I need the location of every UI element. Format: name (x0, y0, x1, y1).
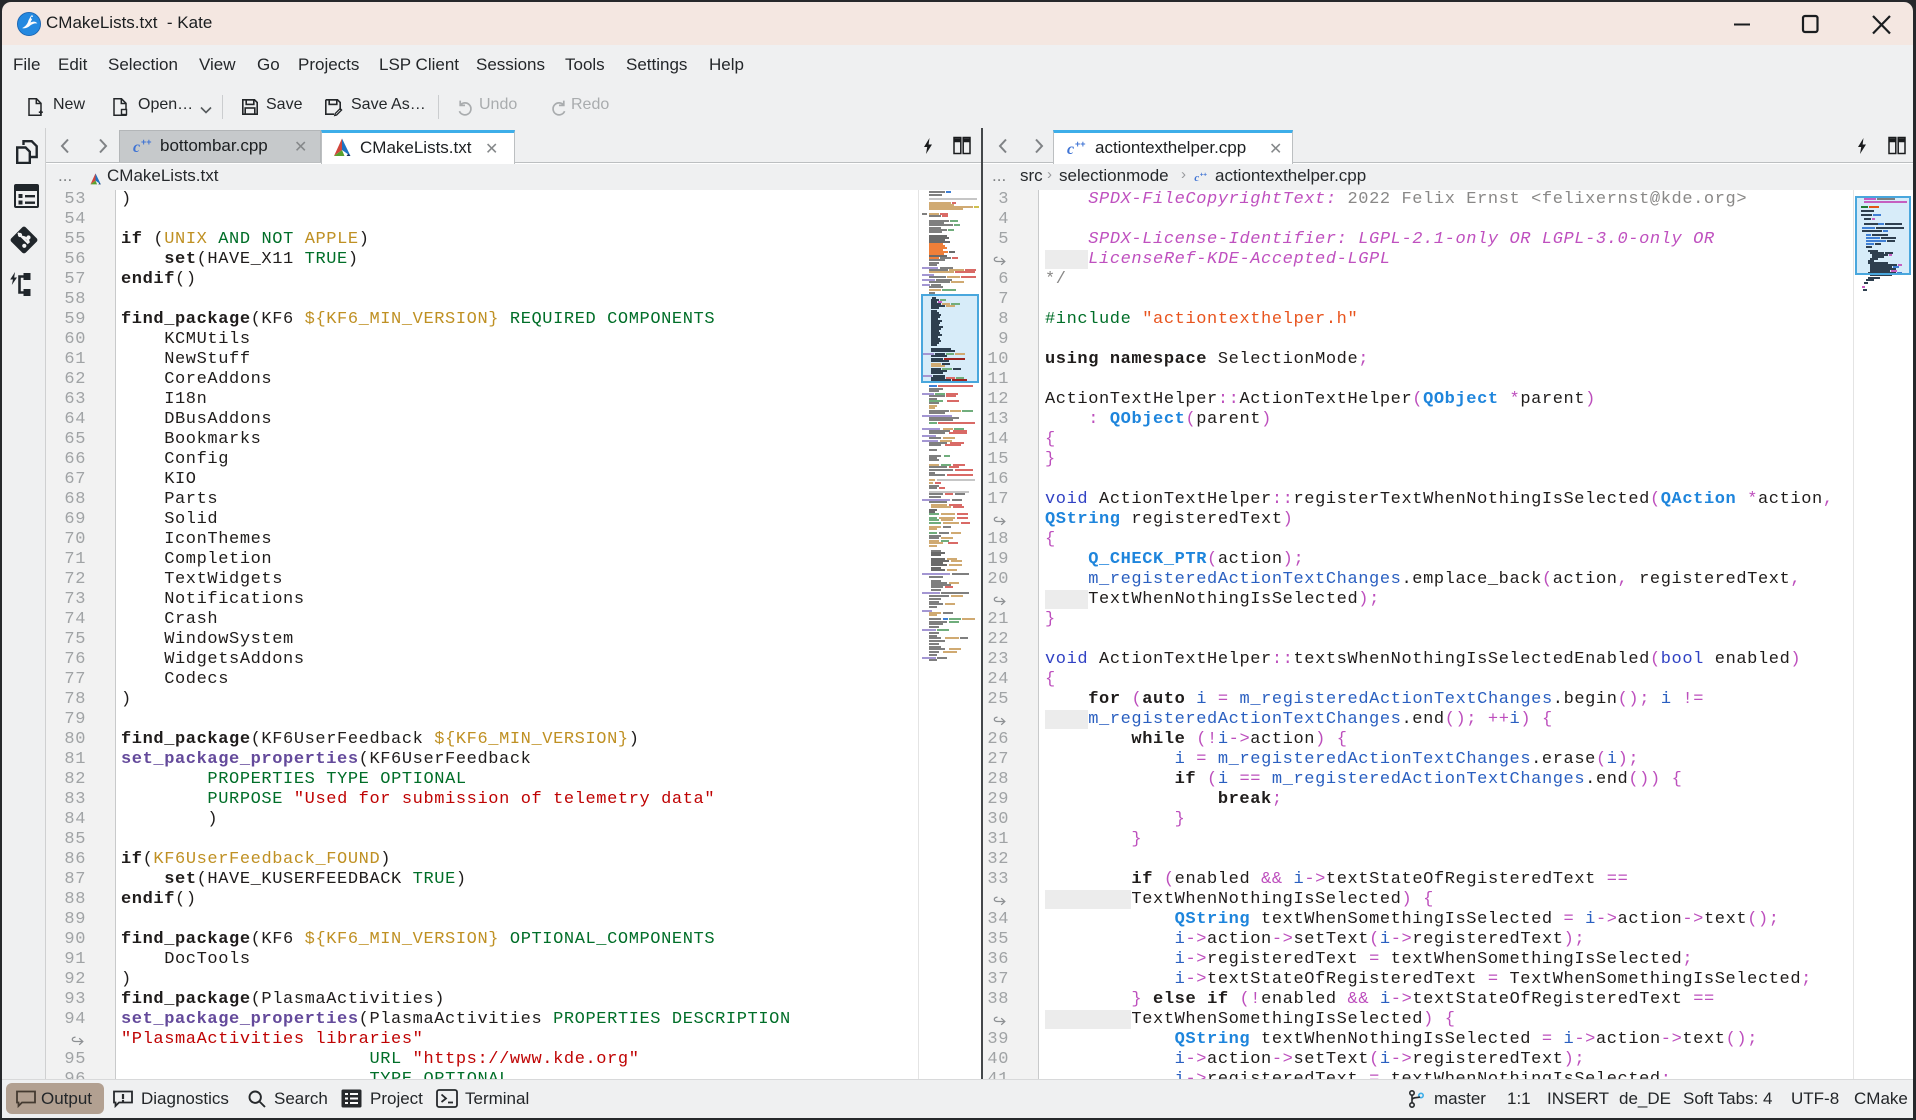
svg-text:++: ++ (1075, 139, 1086, 149)
svg-text:c: c (133, 139, 140, 156)
svg-text:++: ++ (1200, 171, 1208, 178)
svg-text:++: ++ (141, 137, 152, 147)
svg-text:c: c (1194, 172, 1199, 184)
svg-text:c: c (1067, 141, 1074, 158)
